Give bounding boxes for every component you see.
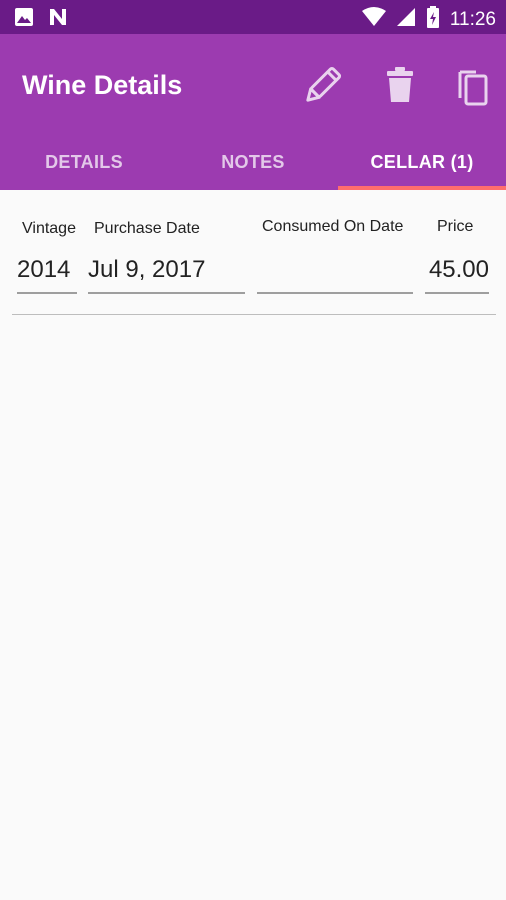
status-time: 11:26 [449, 8, 496, 30]
row-divider [12, 314, 496, 315]
purchase-date-label: Purchase Date [94, 220, 200, 237]
consumed-on-date-field[interactable] [257, 252, 413, 294]
purchase-date-field[interactable]: Jul 9, 2017 [88, 252, 245, 294]
copy-icon [452, 70, 496, 112]
tab-details[interactable]: DETAILS [0, 134, 168, 190]
tab-cellar[interactable]: CELLAR (1) [338, 134, 506, 190]
status-bar: 11:26 [0, 0, 506, 34]
pencil-icon [300, 66, 344, 112]
delete-button[interactable] [378, 64, 422, 108]
cellar-content: Vintage Purchase Date Consumed On Date P… [0, 190, 506, 900]
n-notification-icon [48, 7, 68, 32]
vintage-label: Vintage [22, 220, 76, 237]
battery-icon [426, 6, 440, 33]
copy-button[interactable] [452, 64, 496, 108]
page-title: Wine Details [22, 70, 183, 100]
price-field[interactable]: 45.00 [425, 252, 489, 294]
vintage-field[interactable]: 2014 [17, 252, 77, 294]
tab-bar: DETAILS NOTES CELLAR (1) [0, 134, 506, 190]
image-icon [14, 7, 34, 32]
app-bar: Wine Details DETAILS NOTES CELLAR (1) [0, 34, 506, 190]
tab-notes[interactable]: NOTES [169, 134, 337, 190]
cell-signal-icon [396, 7, 416, 32]
price-label: Price [437, 218, 474, 235]
consumed-on-date-label: Consumed On Date [262, 218, 404, 235]
wifi-icon [361, 7, 386, 32]
edit-button[interactable] [300, 64, 344, 108]
trash-icon [378, 67, 422, 112]
